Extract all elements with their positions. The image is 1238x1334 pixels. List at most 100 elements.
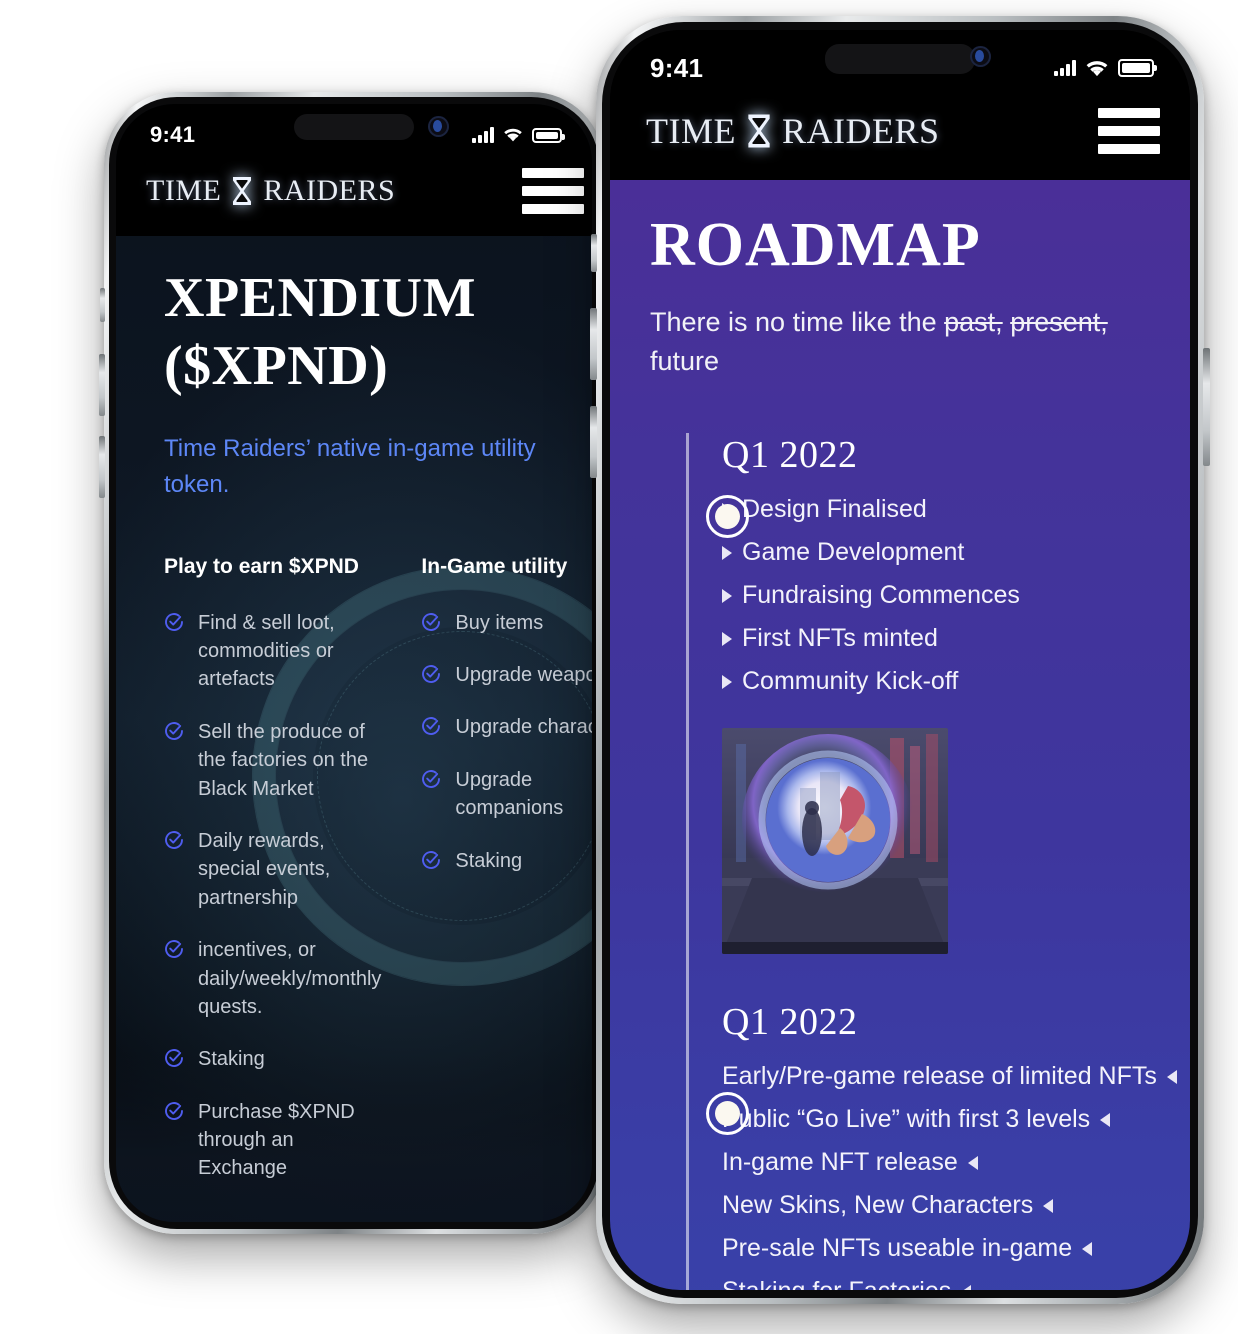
list-item-label: Purchase $XPND through an Exchange xyxy=(198,1100,355,1180)
tagline-plain-start: There is no time like the xyxy=(650,307,945,337)
list-item-label: Sell the produce of the factories on the… xyxy=(198,720,369,800)
check-circle-icon xyxy=(164,721,184,803)
check-circle-icon xyxy=(421,769,441,823)
milestone-item: Early/Pre-game release of limited NFTs xyxy=(722,1060,1190,1093)
roadmap-tagline: There is no time like the past, present,… xyxy=(610,281,1190,381)
page-title-front: ROADMAP xyxy=(650,211,981,279)
list-item-label: Buy items xyxy=(455,611,544,634)
list-item-label: Daily rewards, special events, partnersh… xyxy=(198,829,331,909)
hourglass-icon xyxy=(231,176,253,206)
triangle-left-icon xyxy=(961,1284,972,1290)
mute-switch-back[interactable] xyxy=(100,288,105,322)
brand-logo-back[interactable]: TIME RAIDERS xyxy=(146,174,395,208)
milestone-item-label: Public “Go Live” with first 3 levels xyxy=(722,1105,1091,1134)
list-item: Upgrade characters xyxy=(421,713,592,741)
power-button-front[interactable] xyxy=(1203,348,1210,466)
list-item: incentives, or daily/weekly/monthly ques… xyxy=(164,936,381,1021)
feature-columns: Play to earn $XPND Find & sell loot, com… xyxy=(116,503,592,1207)
milestone-item: Design Finalised xyxy=(722,493,1190,526)
hourglass-icon xyxy=(746,113,772,149)
timeline-node-marker xyxy=(706,1092,749,1136)
notch-front xyxy=(825,44,975,74)
triangle-left-icon xyxy=(1043,1198,1054,1213)
check-circle-icon xyxy=(421,716,441,741)
brand-bar-front: TIME RAIDERS xyxy=(610,96,1190,180)
milestone-item: Game Development xyxy=(722,536,1190,569)
milestone-item: First NFTs minted xyxy=(722,622,1190,655)
list-item-label: Upgrade characters xyxy=(455,716,592,739)
brand-bar-back: TIME RAIDERS xyxy=(116,158,592,236)
mute-switch-front[interactable] xyxy=(591,234,597,272)
tagline-struck-past: past, xyxy=(944,307,1003,337)
check-circle-icon xyxy=(164,1048,184,1073)
page-lede-back: Time Raiders’ native in-game utility tok… xyxy=(164,434,536,498)
timeline-milestone: Q1 2022 Early/Pre-game release of limite… xyxy=(650,1000,1190,1290)
front-camera-front xyxy=(970,46,991,67)
battery-icon xyxy=(1118,59,1157,77)
check-circle-icon xyxy=(421,664,441,689)
milestone-item-label: Pre-sale NFTs useable in-game xyxy=(722,1234,1073,1263)
column-heading: Play to earn $XPND xyxy=(164,554,359,578)
milestone-item-label: In-game NFT release xyxy=(722,1148,958,1177)
milestone-image[interactable] xyxy=(722,728,948,955)
list-item: Staking xyxy=(421,847,592,875)
milestone-item: New Skins, New Characters xyxy=(722,1189,1190,1222)
milestone-item-label: Fundraising Commences xyxy=(742,581,1020,610)
list-item-label: Staking xyxy=(198,1048,265,1071)
column-heading: In-Game utility xyxy=(421,554,568,578)
volume-down-button-back[interactable] xyxy=(99,436,105,498)
roadmap-page: ROADMAP There is no time like the past, … xyxy=(610,180,1190,1290)
timeline-node-marker xyxy=(706,495,749,539)
hamburger-menu-icon[interactable] xyxy=(1098,108,1160,154)
page-title-back: XPENDIUM ($XPND) xyxy=(116,240,592,401)
tagline-plain-end: future xyxy=(650,346,720,377)
back-phone-content: XPENDIUM ($XPND) Time Raiders’ native in… xyxy=(116,236,592,1222)
list-item-label: Upgrade companions xyxy=(455,768,564,820)
milestone-quarter: Q1 2022 xyxy=(722,1001,858,1044)
brand-word-left-front: TIME xyxy=(646,111,736,151)
page-title-line2: ($XPND) xyxy=(164,335,389,398)
column-play-to-earn: Play to earn $XPND Find & sell loot, com… xyxy=(164,555,381,1207)
list-item-label: Upgrade weapons xyxy=(455,664,592,687)
triangle-right-icon xyxy=(722,545,732,560)
triangle-left-icon xyxy=(1082,1241,1093,1256)
list-item: Sell the produce of the factories on the… xyxy=(164,718,381,803)
status-time-front: 9:41 xyxy=(650,52,704,83)
volume-up-button-back[interactable] xyxy=(99,354,105,416)
brand-logo-front[interactable]: TIME RAIDERS xyxy=(646,110,940,152)
triangle-right-icon xyxy=(722,631,732,646)
notch-back xyxy=(294,114,414,140)
status-icons-back xyxy=(472,127,565,143)
screenshot-stage: 9:41 TIME RAIDERS XPENDIUM ($XPND) Time … xyxy=(0,0,1238,1334)
brand-word-right-front: RAIDERS xyxy=(781,111,940,151)
milestone-item: Pre-sale NFTs useable in-game xyxy=(722,1232,1190,1265)
phone-screen-front: 9:41 TIME RAIDERS ROADMAP There is no ti… xyxy=(610,30,1190,1290)
milestone-item-label: Community Kick-off xyxy=(742,667,959,696)
triangle-left-icon xyxy=(967,1155,978,1170)
milestone-item-label: Game Development xyxy=(742,538,965,567)
phone-device-back: 9:41 TIME RAIDERS XPENDIUM ($XPND) Time … xyxy=(99,92,604,1234)
volume-up-button-front[interactable] xyxy=(590,308,597,380)
column-in-game-utility: In-Game utility Buy items Upgrade weapon… xyxy=(421,555,592,1207)
brand-word-left-back: TIME xyxy=(146,174,222,207)
milestone-quarter: Q1 2022 xyxy=(722,434,858,477)
milestone-item: Staking for Factories xyxy=(722,1275,1190,1290)
list-item: Daily rewards, special events, partnersh… xyxy=(164,827,381,912)
time-portal-concept-art xyxy=(722,728,948,955)
brand-word-right-back: RAIDERS xyxy=(263,174,396,207)
roadmap-timeline: Q1 2022 Design Finalised Game Developmen… xyxy=(610,433,1190,1290)
milestone-content: Q1 2022 Early/Pre-game release of limite… xyxy=(650,1000,1190,1290)
wifi-icon xyxy=(1086,60,1108,76)
battery-icon xyxy=(532,127,565,143)
volume-down-button-front[interactable] xyxy=(590,406,597,478)
cellular-signal-icon xyxy=(472,127,494,143)
check-circle-icon xyxy=(421,612,441,637)
hamburger-menu-icon[interactable] xyxy=(522,168,584,214)
status-bar-front: 9:41 xyxy=(610,30,1190,96)
milestone-item: In-game NFT release xyxy=(722,1146,1190,1179)
status-icons-front xyxy=(1054,59,1157,78)
list-item: Staking xyxy=(164,1045,381,1073)
triangle-left-icon xyxy=(1100,1112,1111,1127)
check-circle-icon xyxy=(164,939,184,1021)
wifi-icon xyxy=(504,128,522,142)
